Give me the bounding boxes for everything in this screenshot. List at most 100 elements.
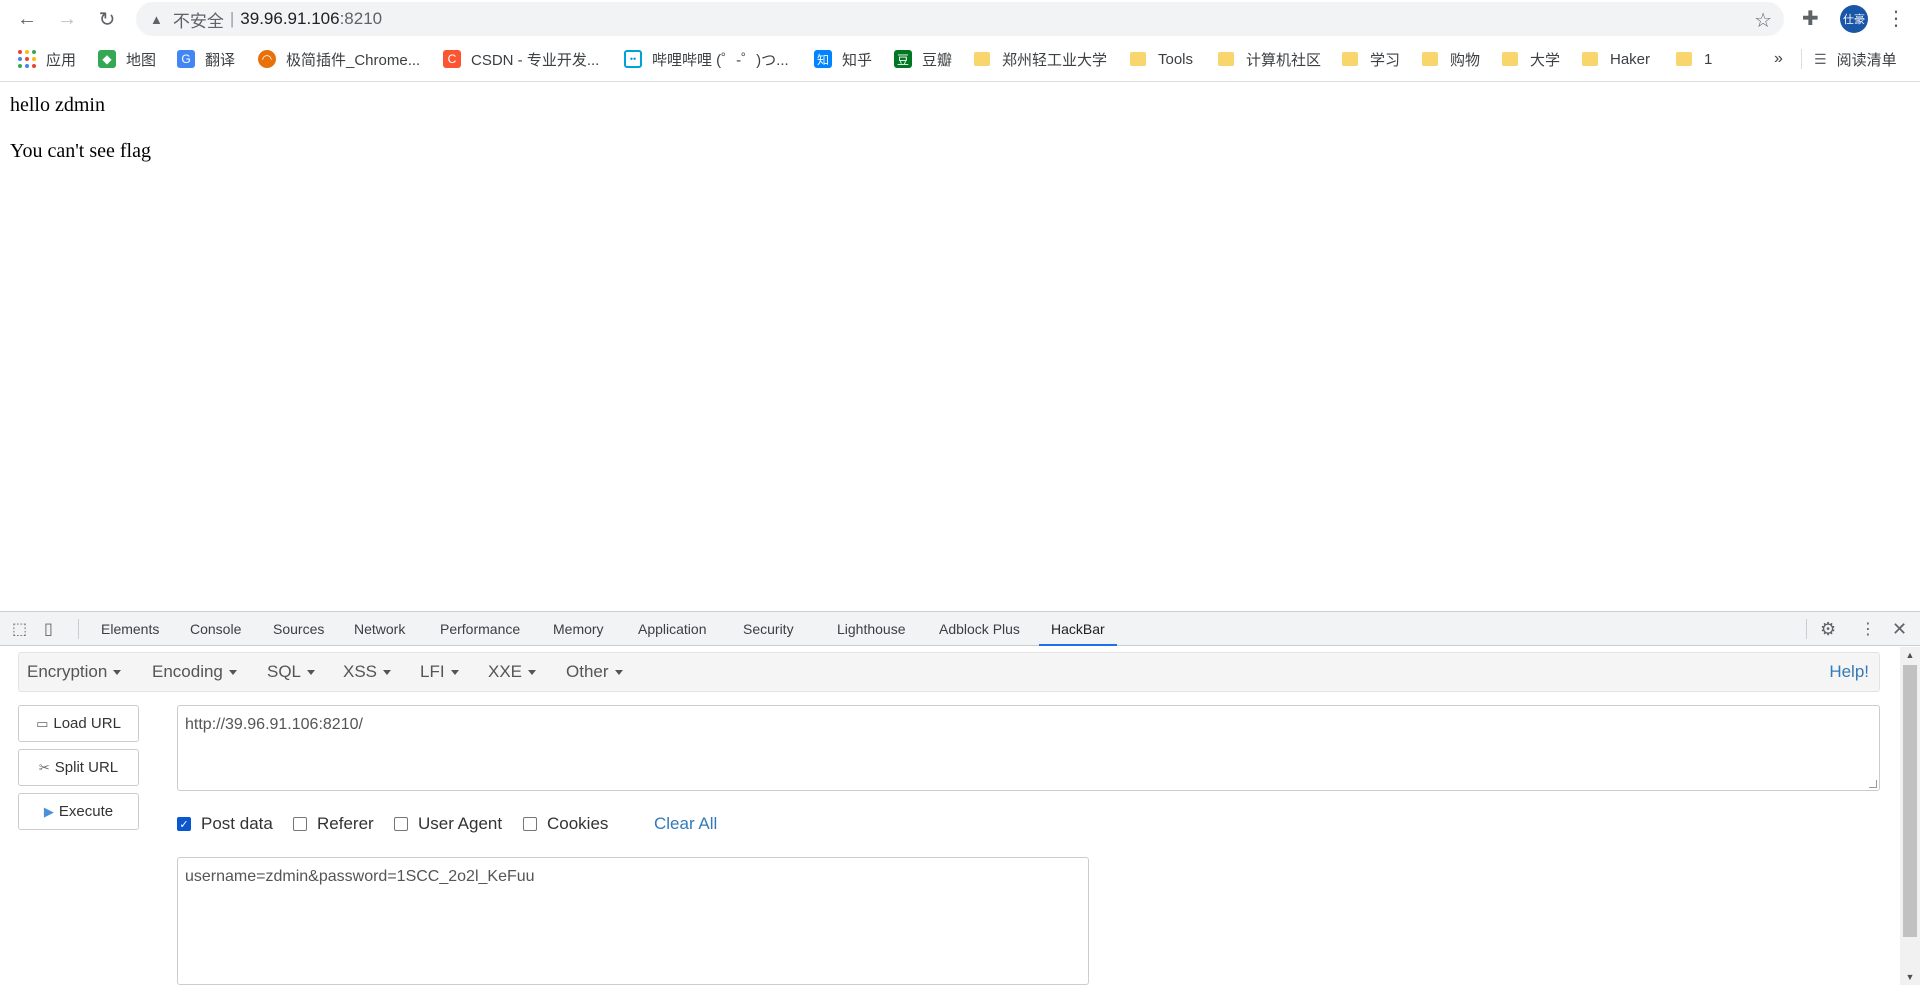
browser-menu-icon[interactable]: ⋮: [1886, 6, 1906, 31]
bookmark-label: 学习: [1370, 51, 1401, 69]
url-textarea[interactable]: http://39.96.91.106:8210/: [177, 705, 1880, 791]
button-label: Load URL: [53, 715, 121, 732]
referer-checkbox[interactable]: Referer: [293, 812, 374, 836]
tab-network[interactable]: Network: [352, 612, 407, 646]
bookmark-csdn[interactable]: C CSDN - 专业开发...: [443, 47, 599, 71]
folder-icon: [1422, 52, 1438, 66]
extensions-puzzle-icon[interactable]: ✚: [1802, 6, 1819, 31]
tab-performance[interactable]: Performance: [438, 612, 522, 646]
menu-sql[interactable]: SQL: [267, 653, 316, 691]
tab-memory[interactable]: Memory: [551, 612, 606, 646]
scroll-down-arrow-icon[interactable]: ▼: [1900, 969, 1920, 985]
checkbox-checked-icon[interactable]: ✓: [177, 817, 191, 831]
bookmark-apps[interactable]: 应用: [18, 47, 76, 71]
bookmark-jijian[interactable]: ◠ 极简插件_Chrome...: [258, 47, 420, 71]
devtools-tab-bar: ⬚ ▯ Elements Console Sources Network Per…: [0, 612, 1920, 646]
bookmark-star-icon[interactable]: ☆: [1754, 8, 1772, 33]
bookmark-bilibili[interactable]: •• 哔哩哔哩 (゜-゜)つ...: [624, 47, 789, 71]
tab-application[interactable]: Application: [636, 612, 709, 646]
checkbox-icon[interactable]: [394, 817, 408, 831]
bookmark-label: 1: [1704, 50, 1713, 68]
menu-other[interactable]: Other: [566, 653, 623, 691]
bookmark-folder[interactable]: 购物: [1422, 47, 1480, 71]
post-data-checkbox[interactable]: ✓ Post data: [177, 812, 273, 836]
reading-list-button[interactable]: ☰ 阅读清单: [1814, 47, 1897, 71]
close-icon[interactable]: ✕: [1892, 619, 1907, 640]
warning-icon[interactable]: ▲: [150, 12, 163, 27]
menu-xss[interactable]: XSS: [343, 653, 392, 691]
menu-label: Encoding: [152, 662, 223, 681]
clear-all-link[interactable]: Clear All: [654, 812, 717, 836]
bookmark-label: Tools: [1158, 50, 1194, 68]
tab-elements[interactable]: Elements: [99, 612, 161, 646]
reload-icon[interactable]: ↻: [92, 4, 122, 34]
folder-icon: [1502, 52, 1518, 66]
bookmark-label: 大学: [1530, 51, 1561, 69]
post-data-textarea[interactable]: username=zdmin&password=1SCC_2o2l_KeFuu: [177, 857, 1089, 985]
bookmark-label: 知乎: [842, 51, 873, 69]
tab-hackbar[interactable]: HackBar: [1039, 612, 1117, 646]
option-label: User Agent: [418, 814, 503, 833]
load-url-button[interactable]: ▭ Load URL: [18, 705, 139, 742]
bookmark-folder[interactable]: 大学: [1502, 47, 1560, 71]
reading-list-icon: ☰: [1814, 50, 1827, 67]
button-label: Split URL: [54, 759, 119, 776]
address-bar[interactable]: ▲ 不安全 | 39.96.91.106 :8210 ☆: [136, 2, 1784, 36]
bookmarks-overflow-button[interactable]: »: [1774, 47, 1783, 71]
tab-sources[interactable]: Sources: [271, 612, 326, 646]
maps-icon: ◆: [98, 50, 116, 68]
tab-console[interactable]: Console: [188, 612, 243, 646]
execute-button[interactable]: ▶ Execute: [18, 793, 139, 830]
tab-security[interactable]: Security: [741, 612, 796, 646]
tab-divider: [78, 619, 79, 639]
option-label: Referer: [317, 814, 374, 833]
translate-icon: G: [177, 50, 195, 68]
bookmark-folder[interactable]: Haker: [1582, 47, 1650, 71]
tab-adblock-plus[interactable]: Adblock Plus: [937, 612, 1022, 646]
devtools-menu-icon[interactable]: ⋮: [1860, 619, 1876, 639]
checkbox-icon[interactable]: [293, 817, 307, 831]
bookmark-folder[interactable]: 郑州轻工业大学: [974, 47, 1107, 71]
flag-message: You can't see flag: [10, 140, 151, 162]
scrollbar-thumb[interactable]: [1903, 665, 1917, 937]
scroll-up-arrow-icon[interactable]: ▲: [1900, 647, 1920, 663]
bookmark-zhihu[interactable]: 知 知乎: [814, 47, 872, 71]
bookmark-translate[interactable]: G 翻译: [177, 47, 235, 71]
forward-arrow-icon[interactable]: →: [52, 4, 82, 34]
folder-icon: [1130, 52, 1146, 66]
browser-toolbar: ← → ↻ ▲ 不安全 | 39.96.91.106 :8210 ☆ ✚ 仕豪 …: [0, 0, 1920, 37]
menu-label: LFI: [420, 662, 445, 681]
tab-lighthouse[interactable]: Lighthouse: [835, 612, 908, 646]
user-agent-checkbox[interactable]: User Agent: [394, 812, 502, 836]
device-toolbar-icon[interactable]: ▯: [44, 619, 53, 639]
csdn-icon: C: [443, 50, 461, 68]
settings-gear-icon[interactable]: ⚙: [1820, 619, 1836, 640]
bookmark-label: 地图: [126, 51, 157, 69]
menu-label: SQL: [267, 662, 302, 681]
inspect-element-icon[interactable]: ⬚: [12, 619, 27, 639]
bookmark-folder[interactable]: 学习: [1342, 47, 1400, 71]
menu-xxe[interactable]: XXE: [488, 653, 537, 691]
address-host: 39.96.91.106: [240, 9, 340, 28]
avatar[interactable]: 仕豪: [1840, 5, 1868, 33]
menu-encoding[interactable]: Encoding: [152, 653, 237, 691]
insecure-label[interactable]: 不安全: [173, 7, 224, 32]
bookmark-folder[interactable]: 计算机社区: [1218, 47, 1321, 71]
cookies-checkbox[interactable]: Cookies: [523, 812, 608, 836]
bookmark-douban[interactable]: 豆 豆瓣: [894, 47, 952, 71]
bookmark-folder[interactable]: Tools: [1130, 47, 1193, 71]
menu-lfi[interactable]: LFI: [420, 653, 459, 691]
split-url-button[interactable]: ✂ Split URL: [18, 749, 139, 786]
menu-label: Encryption: [27, 662, 108, 681]
folder-icon: [1676, 52, 1692, 66]
address-port: :8210: [339, 9, 383, 28]
bookmark-label: Haker: [1610, 50, 1651, 68]
checkbox-icon[interactable]: [523, 817, 537, 831]
devtools-scrollbar[interactable]: ▲ ▼: [1900, 647, 1920, 985]
bookmark-maps[interactable]: ◆ 地图: [98, 47, 156, 71]
back-arrow-icon[interactable]: ←: [12, 4, 42, 34]
resize-handle-icon[interactable]: [1869, 780, 1877, 788]
menu-encryption[interactable]: Encryption: [27, 653, 122, 691]
help-link[interactable]: Help!: [1829, 653, 1869, 691]
bookmark-folder[interactable]: 1: [1676, 47, 1712, 71]
